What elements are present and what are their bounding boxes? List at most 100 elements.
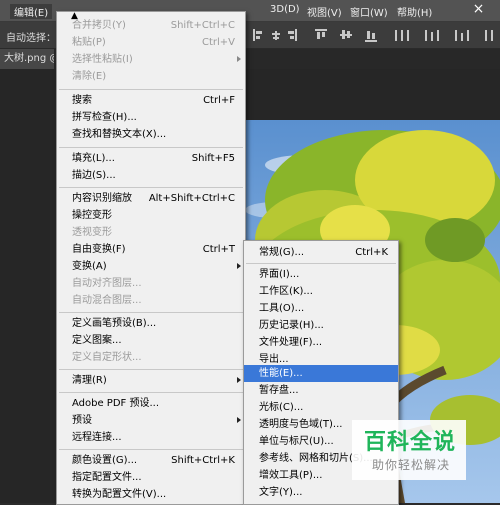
- pref-type[interactable]: 文字(Y)...: [244, 484, 398, 501]
- watermark-subtitle: 助你轻松解决: [372, 458, 451, 472]
- menu-item-label: 填充(L)...: [72, 153, 115, 164]
- menu-item-paste-special[interactable]: 选择性粘贴(I): [57, 51, 245, 68]
- pref-file-handling[interactable]: 文件处理(F)...: [244, 334, 398, 351]
- pref-performance[interactable]: 性能(E)...: [244, 365, 398, 382]
- menu-item-label: 工具(O)...: [259, 303, 305, 314]
- submenu-arrow-icon: [237, 377, 241, 383]
- menu-item-clear[interactable]: 清除(E): [57, 68, 245, 85]
- menu-item-label: 光标(C)...: [259, 402, 304, 413]
- menu-item-paste[interactable]: 粘贴(P) Ctrl+V: [57, 34, 245, 51]
- menu-separator: [59, 312, 243, 313]
- menu-item-free-transform[interactable]: 自由变换(F) Ctrl+T: [57, 241, 245, 258]
- menu-item-assign-profile[interactable]: 指定配置文件...: [57, 469, 245, 486]
- menu-item-label: 性能(E)...: [259, 368, 303, 379]
- shortcut-label: Ctrl+T: [202, 244, 235, 255]
- menu-item-label: 常规(G)...: [259, 247, 305, 258]
- menu-item-label: 透明度与色域(T)...: [259, 419, 343, 430]
- menu-item-label: 变换(A): [72, 261, 107, 272]
- menu-item-label: 自由变换(F): [72, 244, 126, 255]
- menu-item-color-settings[interactable]: 颜色设置(G)... Shift+Ctrl+K: [57, 452, 245, 469]
- edit-menu: ▲ 合并拷贝(Y) Shift+Ctrl+C 粘贴(P) Ctrl+V 选择性粘贴(…: [56, 11, 246, 505]
- menu-separator: [59, 147, 243, 148]
- menu-item-transform[interactable]: 变换(A): [57, 258, 245, 275]
- menu-item-define-shape[interactable]: 定义自定形状...: [57, 349, 245, 366]
- submenu-arrow-icon: [237, 263, 241, 269]
- menu-item-fill[interactable]: 填充(L)... Shift+F5: [57, 150, 245, 167]
- menu-view[interactable]: 视图(V): [307, 4, 342, 19]
- pref-cursors[interactable]: 光标(C)...: [244, 399, 398, 416]
- shortcut-label: Shift+Ctrl+K: [171, 455, 235, 466]
- menu-separator: [59, 449, 243, 450]
- menu-item-label: 选择性粘贴(I): [72, 54, 133, 65]
- menu-item-label: 单位与标尺(U)...: [259, 436, 334, 447]
- menu-item-label: 界面(I)...: [259, 269, 300, 280]
- menu-item-purge[interactable]: 清理(R): [57, 372, 245, 389]
- menu-item-label: 合并拷贝(Y): [72, 20, 126, 31]
- menu-item-search[interactable]: 搜索 Ctrl+F: [57, 92, 245, 109]
- menu-item-pdf-presets[interactable]: Adobe PDF 预设...: [57, 395, 245, 412]
- pref-tools[interactable]: 工具(O)...: [244, 300, 398, 317]
- menu-item-label: 查找和替换文本(X)...: [72, 129, 167, 140]
- menu-edit[interactable]: 编辑(E): [10, 4, 53, 19]
- menu-item-label: 转换为配置文件(V)...: [72, 489, 167, 500]
- shortcut-label: Alt+Shift+Ctrl+C: [148, 193, 235, 204]
- menu-item-define-pattern[interactable]: 定义图案...: [57, 332, 245, 349]
- menu-item-remote-connections[interactable]: 远程连接...: [57, 429, 245, 446]
- menu-item-label: 指定配置文件...: [72, 472, 142, 483]
- menu-separator: [59, 89, 243, 90]
- menu-item-label: 增效工具(P)...: [259, 470, 323, 481]
- auto-select-label: 自动选择：: [6, 33, 56, 44]
- menu-item-label: 内容识别缩放: [72, 193, 132, 204]
- menu-item-find-replace[interactable]: 查找和替换文本(X)...: [57, 126, 245, 143]
- menu-item-merge-copy[interactable]: 合并拷贝(Y) Shift+Ctrl+C: [57, 17, 245, 34]
- submenu-arrow-icon: [237, 56, 241, 62]
- document-tab[interactable]: 大树.png @: [0, 49, 54, 69]
- shortcut-label: Shift+Ctrl+C: [170, 20, 235, 31]
- menu-item-label: 定义自定形状...: [72, 352, 142, 363]
- menu-separator: [59, 187, 243, 188]
- watermark-title: 百科全说: [364, 430, 457, 455]
- menu-item-content-aware-scale[interactable]: 内容识别缩放 Alt+Shift+Ctrl+C: [57, 190, 245, 207]
- menu-item-perspective-warp[interactable]: 透视变形: [57, 224, 245, 241]
- shortcut-label: Ctrl+F: [203, 95, 235, 106]
- menu-item-stroke[interactable]: 描边(S)...: [57, 167, 245, 184]
- pref-history[interactable]: 历史记录(H)...: [244, 317, 398, 334]
- menu-help[interactable]: 帮助(H): [397, 4, 432, 19]
- menu-item-auto-blend-layers[interactable]: 自动混合图层...: [57, 292, 245, 309]
- menu-item-label: 文字(Y)...: [259, 487, 303, 498]
- menu-item-label: 拼写检查(H)...: [72, 112, 137, 123]
- align-distribute-icons[interactable]: [245, 24, 500, 46]
- menu-separator: [246, 263, 396, 264]
- close-icon[interactable]: ×: [470, 2, 487, 17]
- menu-item-label: 文件处理(F)...: [259, 337, 323, 348]
- pref-workspace[interactable]: 工作区(K)...: [244, 283, 398, 300]
- shortcut-label: Ctrl+K: [355, 247, 388, 258]
- menu-item-label: 工作区(K)...: [259, 286, 313, 297]
- menu-item-label: 搜索: [72, 95, 92, 106]
- submenu-arrow-icon: [237, 417, 241, 423]
- menu-item-label: 粘贴(P): [72, 37, 106, 48]
- menu-item-label: 透视变形: [72, 227, 112, 238]
- menu-item-label: 清理(R): [72, 375, 107, 386]
- menu-item-label: Adobe PDF 预设...: [72, 398, 160, 409]
- menu-item-puppet-warp[interactable]: 操控变形: [57, 207, 245, 224]
- menu-separator: [59, 392, 243, 393]
- menu-item-label: 自动对齐图层...: [72, 278, 142, 289]
- menu-item-auto-align-layers[interactable]: 自动对齐图层...: [57, 275, 245, 292]
- pref-scratch-disks[interactable]: 暂存盘...: [244, 382, 398, 399]
- menu-separator: [59, 369, 243, 370]
- menu-item-presets[interactable]: 预设: [57, 412, 245, 429]
- menu-item-label: 定义画笔预设(B)...: [72, 318, 157, 329]
- menu-item-convert-profile[interactable]: 转换为配置文件(V)...: [57, 486, 245, 503]
- watermark: 百科全说 助你轻松解决: [352, 420, 466, 480]
- shortcut-label: Shift+F5: [191, 153, 235, 164]
- menu-3d[interactable]: 3D(D): [270, 4, 300, 15]
- menu-item-label: 清除(E): [72, 71, 107, 82]
- menu-window[interactable]: 窗口(W): [350, 4, 388, 19]
- pref-general[interactable]: 常规(G)... Ctrl+K: [244, 244, 398, 261]
- menu-item-label: 颜色设置(G)...: [72, 455, 138, 466]
- menu-item-spell-check[interactable]: 拼写检查(H)...: [57, 109, 245, 126]
- pref-interface[interactable]: 界面(I)...: [244, 266, 398, 283]
- menu-item-define-brush[interactable]: 定义画笔预设(B)...: [57, 315, 245, 332]
- menu-item-label: 描边(S)...: [72, 170, 116, 181]
